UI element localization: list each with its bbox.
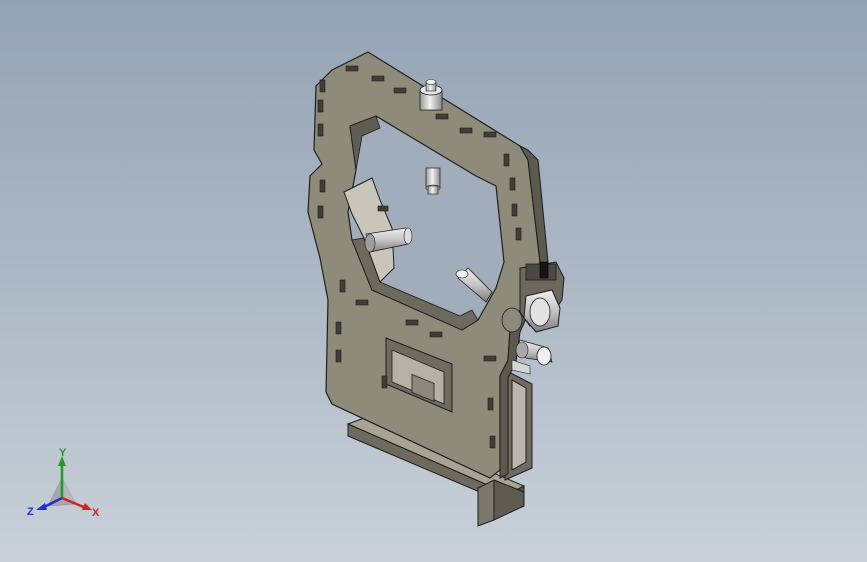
y-axis-label: Y bbox=[59, 448, 67, 459]
window-stud bbox=[425, 167, 441, 195]
x-axis-arrow-icon bbox=[82, 503, 92, 510]
z-axis-label: Z bbox=[27, 506, 34, 518]
z-axis-arrow-icon bbox=[36, 503, 47, 510]
x-axis-label: X bbox=[92, 507, 100, 519]
side-plate bbox=[504, 369, 533, 481]
graphics-viewport[interactable]: Y X Z bbox=[0, 0, 867, 562]
3d-model-view[interactable] bbox=[0, 0, 867, 562]
top-stud bbox=[419, 79, 443, 111]
axis-triad: Y X Z bbox=[27, 448, 100, 519]
